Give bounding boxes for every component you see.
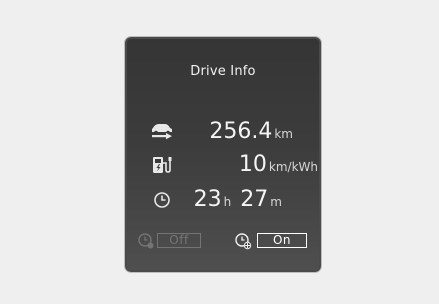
- timer-reset-icon: [138, 233, 154, 249]
- drive-time-minutes-unit: m: [270, 195, 282, 209]
- drive-time-minutes: 27: [240, 187, 269, 212]
- drive-time-value-group: 23 h 27 m: [193, 187, 285, 213]
- panel-title: Drive Info: [190, 64, 256, 79]
- on-option[interactable]: On: [234, 231, 312, 251]
- off-option[interactable]: Off: [137, 231, 215, 251]
- on-button[interactable]: On: [257, 233, 307, 248]
- efficiency-value: 10: [238, 152, 267, 177]
- car-range-icon: [152, 124, 172, 140]
- distance-unit: km: [274, 127, 293, 141]
- auto-reset-toggles: Off On: [127, 231, 319, 251]
- efficiency-unit: km/kWh: [268, 160, 318, 174]
- off-button[interactable]: Off: [157, 233, 201, 248]
- timer-fan-icon: [235, 233, 252, 250]
- drive-time-hours: 23: [193, 187, 222, 212]
- drive-time-row: 23 h 27 m: [127, 187, 319, 213]
- distance-value: 256.4: [209, 119, 273, 144]
- distance-row: 256.4 km: [127, 119, 319, 145]
- clock-icon: [154, 192, 170, 208]
- efficiency-row: 10 km/kWh: [127, 152, 319, 178]
- charging-station-icon: [153, 157, 172, 173]
- drive-time-hours-unit: h: [223, 195, 232, 209]
- distance-value-group: 256.4 km: [209, 119, 293, 145]
- efficiency-value-group: 10 km/kWh: [239, 152, 318, 178]
- drive-info-panel: Drive Info 256.4 km 10 km/kWh 23 h 27 m …: [125, 37, 321, 272]
